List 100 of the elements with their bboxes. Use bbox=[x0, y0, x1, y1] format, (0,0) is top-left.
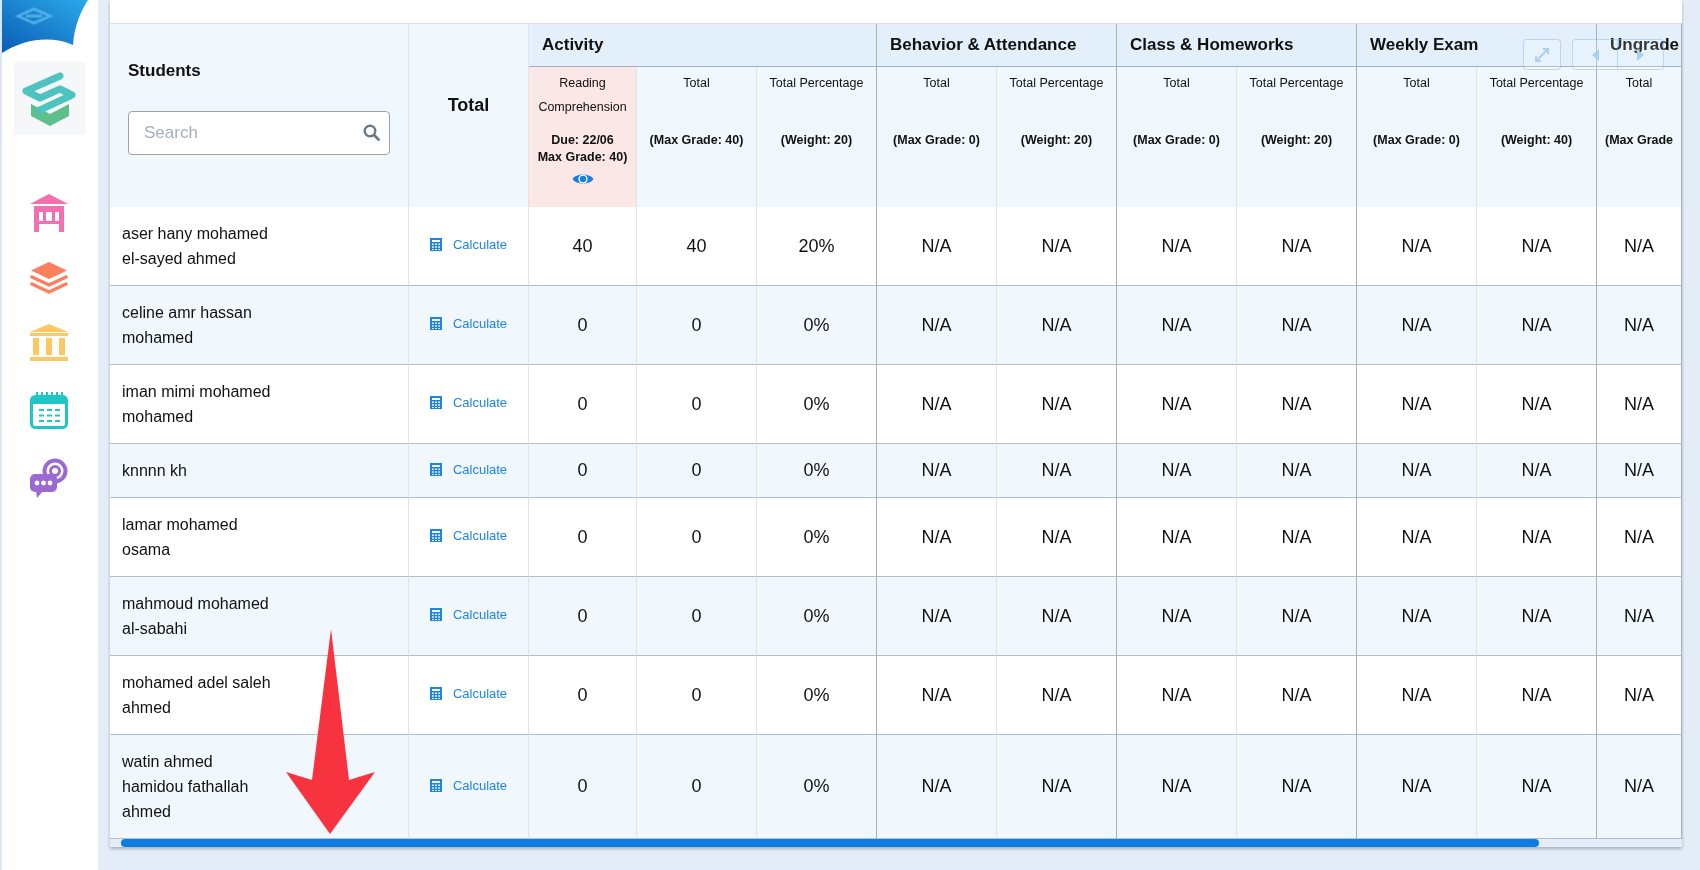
grade-value: N/A bbox=[921, 605, 952, 626]
grade-value: 0% bbox=[803, 684, 830, 705]
grade-value: 0 bbox=[577, 684, 588, 705]
grade-value: 0% bbox=[803, 526, 830, 547]
grade-value: N/A bbox=[1041, 460, 1072, 480]
calculate-button[interactable]: Calculate bbox=[429, 395, 508, 410]
search-icon[interactable] bbox=[363, 124, 380, 141]
max-grade-label: Max Grade: 40) bbox=[537, 149, 628, 166]
grade-value: 0% bbox=[803, 605, 830, 626]
bank-icon[interactable] bbox=[30, 324, 68, 362]
calculate-button[interactable]: Calculate bbox=[429, 686, 508, 701]
grade-value: 0 bbox=[577, 460, 588, 480]
grade-value: N/A bbox=[1624, 460, 1654, 480]
calculator-icon bbox=[429, 529, 442, 542]
column-subtitle: (Max Grade: 0) bbox=[893, 132, 980, 149]
student-name: mahmoud mohamed al-sabahi bbox=[122, 594, 270, 639]
grade-value: N/A bbox=[1401, 314, 1432, 335]
column-title: Total bbox=[923, 75, 950, 92]
calculator-icon bbox=[429, 317, 442, 330]
student-name: celine amr hassan mohamed bbox=[122, 303, 253, 348]
calculate-button[interactable]: Calculate bbox=[429, 237, 508, 252]
grade-value: N/A bbox=[1041, 526, 1072, 547]
grade-value: N/A bbox=[921, 460, 952, 480]
grade-value: 0 bbox=[691, 393, 702, 414]
grade-value: 0 bbox=[577, 526, 588, 547]
column-subtitle: (Max Grade: 0) bbox=[1373, 132, 1460, 149]
grade-value: 0 bbox=[691, 460, 702, 480]
grade-value: N/A bbox=[1041, 314, 1072, 335]
column-title: Total Percentage bbox=[1249, 75, 1344, 92]
student-name: iman mimi mohamed mohamed bbox=[122, 382, 272, 427]
column-group-header: Weekly Exam bbox=[1357, 23, 1598, 67]
grade-value: N/A bbox=[1041, 776, 1072, 796]
grade-value: N/A bbox=[1521, 393, 1552, 414]
corner-logo-icon bbox=[2, 0, 88, 53]
grade-value: N/A bbox=[921, 235, 952, 256]
calculator-icon bbox=[429, 462, 442, 476]
calculator-icon bbox=[429, 396, 442, 409]
column-title: Students bbox=[128, 60, 201, 82]
grade-value: N/A bbox=[1401, 393, 1432, 414]
grade-value: N/A bbox=[1521, 235, 1552, 256]
column-group-header: Behavior & Attendance bbox=[877, 23, 1117, 67]
grade-value: N/A bbox=[1401, 605, 1432, 626]
calculate-button[interactable]: Calculate bbox=[429, 607, 508, 622]
calendar-icon[interactable] bbox=[30, 391, 68, 429]
student-name: lamar mohamed osama bbox=[122, 515, 239, 560]
calculator-icon bbox=[429, 778, 442, 792]
grade-value: N/A bbox=[1401, 684, 1432, 705]
column-subtitle: (Weight: 20) bbox=[1260, 132, 1333, 149]
grade-value: N/A bbox=[1521, 776, 1552, 796]
eye-icon[interactable] bbox=[571, 172, 594, 186]
building-icon[interactable] bbox=[30, 194, 68, 232]
grade-value: 0 bbox=[691, 605, 702, 626]
calculate-button[interactable]: Calculate bbox=[429, 316, 508, 331]
grade-value: N/A bbox=[1281, 605, 1312, 626]
grade-value: N/A bbox=[1281, 460, 1312, 480]
grade-value: N/A bbox=[1401, 776, 1432, 796]
column-group-header: Ungrade bbox=[1597, 23, 1682, 67]
grade-value: 0 bbox=[691, 314, 702, 335]
grade-value: N/A bbox=[1161, 776, 1192, 796]
grade-value: 0 bbox=[577, 605, 588, 626]
grade-value: N/A bbox=[1521, 526, 1552, 547]
grade-value: N/A bbox=[921, 684, 952, 705]
grade-value: 0 bbox=[577, 314, 588, 335]
column-group-header: Activity bbox=[529, 23, 877, 67]
grade-value: N/A bbox=[1161, 393, 1192, 414]
grade-value: 0% bbox=[803, 460, 830, 480]
grade-value: 0% bbox=[803, 393, 830, 414]
logo-icon[interactable] bbox=[14, 62, 86, 135]
grade-value: N/A bbox=[1161, 460, 1192, 480]
grade-value: N/A bbox=[1281, 393, 1312, 414]
column-title: Total Percentage bbox=[1009, 75, 1104, 92]
grade-value: N/A bbox=[1401, 235, 1432, 256]
column-subtitle: (Weight: 40) bbox=[1500, 132, 1573, 149]
grade-value: 40 bbox=[572, 235, 593, 256]
grade-value: N/A bbox=[1624, 526, 1654, 547]
calculate-button[interactable]: Calculate bbox=[429, 777, 508, 793]
books-icon[interactable] bbox=[30, 261, 68, 295]
grade-value: 0% bbox=[803, 314, 830, 335]
grade-value: N/A bbox=[1521, 460, 1552, 480]
grade-value: N/A bbox=[921, 526, 952, 547]
column-header: Total bbox=[409, 23, 529, 207]
grade-value: 0% bbox=[803, 776, 830, 796]
grade-value: N/A bbox=[1281, 526, 1312, 547]
grade-value: N/A bbox=[1401, 460, 1432, 480]
student-name: knnnn kh bbox=[122, 461, 187, 481]
grade-value: N/A bbox=[1161, 684, 1192, 705]
grade-value: N/A bbox=[1041, 393, 1072, 414]
caret-left-icon bbox=[1591, 48, 1599, 61]
calculator-icon bbox=[429, 238, 442, 251]
column-subtitle: (Max Grade: 0) bbox=[1133, 132, 1220, 149]
column-title: Total bbox=[683, 75, 710, 92]
fullscreen-button[interactable] bbox=[1523, 39, 1561, 70]
search-field[interactable]: Search bbox=[128, 111, 390, 155]
grade-value: N/A bbox=[1281, 314, 1312, 335]
chat-icon[interactable] bbox=[30, 458, 68, 498]
grade-value: 0 bbox=[691, 776, 702, 796]
grade-value: N/A bbox=[1624, 393, 1654, 414]
student-name: watin ahmed hamidou fathallah ahmed bbox=[122, 752, 250, 822]
calculate-button[interactable]: Calculate bbox=[429, 461, 508, 477]
calculate-button[interactable]: Calculate bbox=[429, 528, 508, 543]
